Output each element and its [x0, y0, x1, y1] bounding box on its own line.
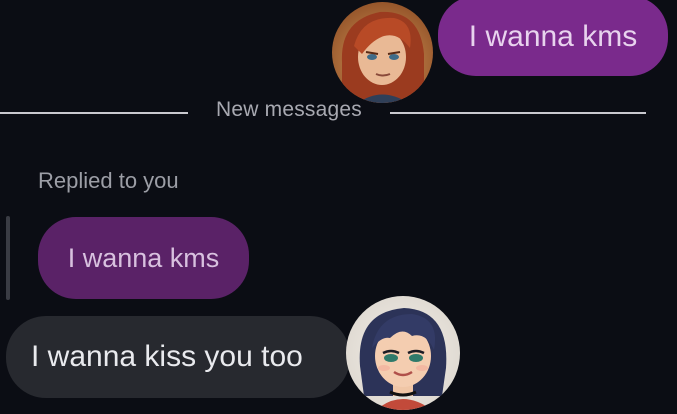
reply-context-label: Replied to you — [38, 168, 179, 193]
contact-avatar[interactable] — [346, 296, 460, 410]
reply-indicator-bar — [6, 216, 10, 300]
outgoing-message-bubble[interactable]: I wanna kms — [438, 0, 668, 76]
avatar-redhair-icon — [332, 2, 433, 103]
chat-thread: I wanna kms New messages Replied to you … — [0, 0, 677, 414]
incoming-message-text: I wanna kiss you too — [31, 340, 303, 373]
quoted-message-text: I wanna kms — [67, 242, 220, 273]
divider-line-left — [0, 112, 188, 114]
divider-line-right — [390, 112, 646, 114]
avatar-bluehair-icon — [346, 296, 460, 410]
outgoing-message-text: I wanna kms — [468, 20, 638, 53]
sender-avatar[interactable] — [332, 2, 433, 103]
incoming-message-bubble[interactable]: I wanna kiss you too — [6, 316, 350, 398]
quoted-message-bubble[interactable]: I wanna kms — [38, 217, 249, 299]
new-messages-divider: New messages — [216, 98, 362, 121]
